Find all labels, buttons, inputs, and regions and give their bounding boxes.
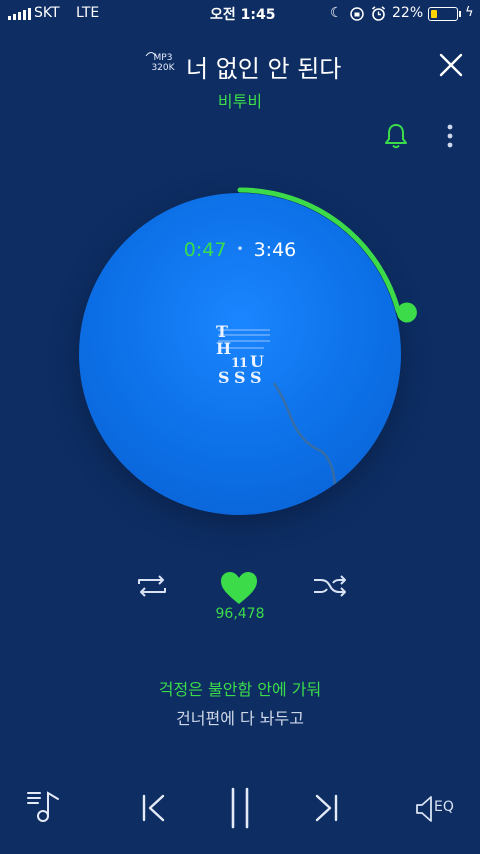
- status-bar: SKT LTE 오전 1:45 ☾ 22% ϟ: [0, 0, 480, 28]
- moon-icon: ☾: [330, 5, 343, 21]
- progress-knob[interactable]: [396, 302, 417, 323]
- like-heart-button[interactable]: [218, 570, 260, 606]
- network-type-label: LTE: [76, 5, 100, 21]
- shuffle-button[interactable]: [311, 572, 349, 600]
- battery-percent: 22%: [392, 5, 424, 21]
- wave-icon: [145, 52, 157, 57]
- orientation-lock-icon: [350, 7, 364, 21]
- like-count: 96,478: [215, 606, 265, 622]
- next-track-button[interactable]: [310, 792, 342, 824]
- charging-icon: ϟ: [465, 5, 474, 20]
- alarm-icon: [371, 6, 386, 21]
- audio-quality-badge: MP3 320K: [145, 52, 180, 73]
- album-logo: T H 1 1 U S S S: [216, 322, 270, 387]
- close-button[interactable]: [434, 48, 468, 82]
- lyric-current-line[interactable]: 걱정은 불안함 안에 가둬: [0, 676, 480, 700]
- total-time: 3:46: [253, 239, 297, 261]
- battery-icon: [428, 7, 458, 21]
- time-separator: •: [236, 242, 244, 256]
- pause-button[interactable]: [225, 786, 255, 830]
- quality-bitrate: 320K: [151, 63, 175, 73]
- current-time: 0:47: [183, 239, 227, 261]
- lyric-next-line[interactable]: 건너편에 다 놔두고: [0, 705, 480, 729]
- repeat-button[interactable]: [133, 572, 171, 600]
- playlist-button[interactable]: [25, 787, 67, 827]
- artist-name[interactable]: 비투비: [0, 88, 480, 112]
- battery-cap: [459, 11, 461, 17]
- logo-letter: S: [218, 368, 230, 387]
- playback-time: 0:47 • 3:46: [0, 239, 480, 261]
- eq-label: EQ: [434, 799, 454, 815]
- more-options-button[interactable]: [440, 122, 460, 152]
- logo-letter: H: [216, 339, 231, 358]
- signal-strength-icon: [8, 8, 31, 20]
- carrier-label: SKT: [34, 5, 60, 21]
- logo-letter: S: [234, 368, 246, 387]
- song-title: 너 없인 안 된다: [186, 55, 342, 83]
- clock: 오전 1:45: [210, 7, 276, 23]
- logo-letter: S: [250, 368, 262, 387]
- previous-track-button[interactable]: [138, 792, 170, 824]
- notification-bell-button[interactable]: [383, 122, 409, 150]
